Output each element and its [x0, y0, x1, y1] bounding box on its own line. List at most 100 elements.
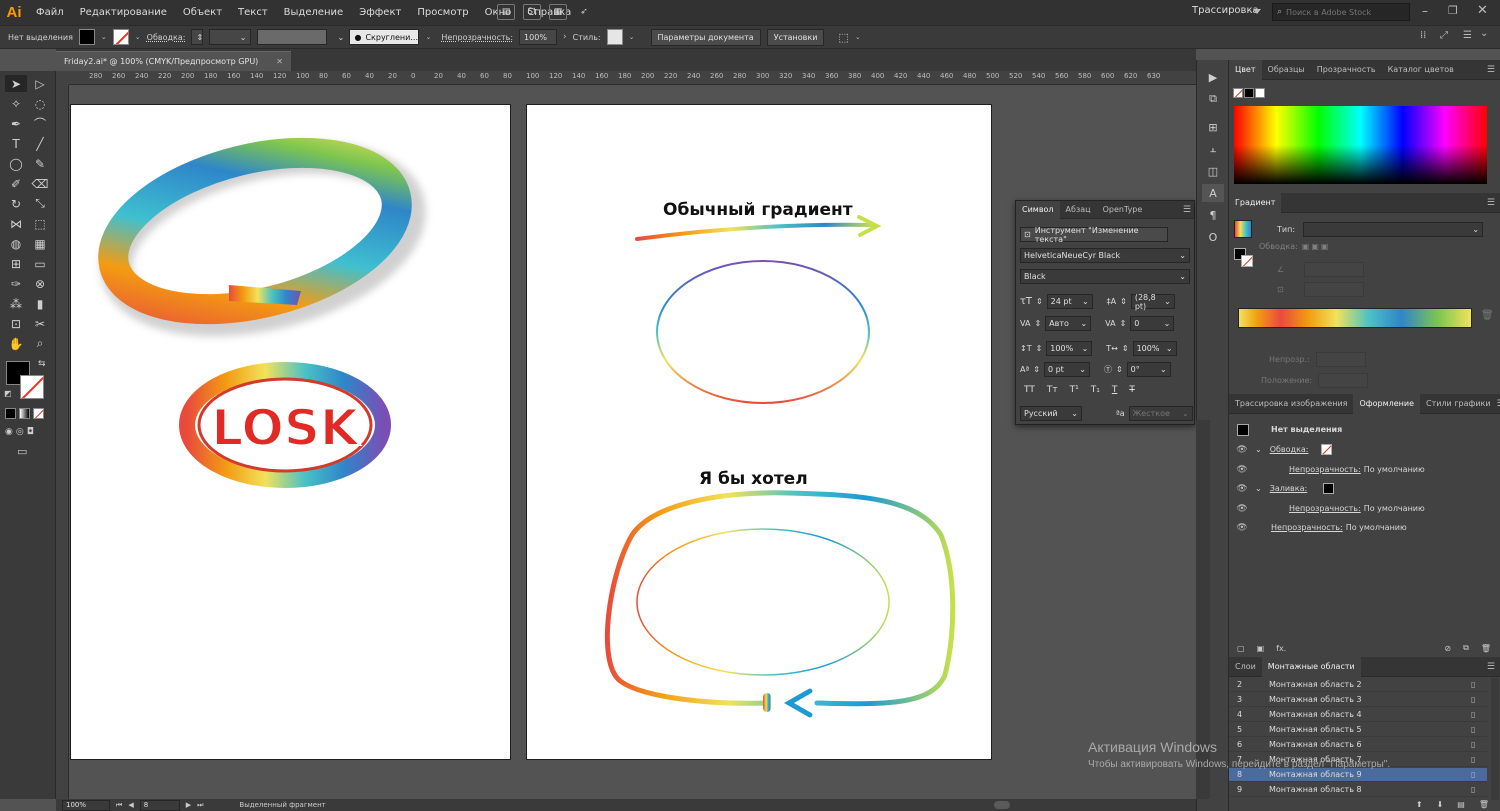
artboard-options-icon[interactable]: ▯ [1471, 785, 1487, 794]
menu-object[interactable]: Объект [175, 0, 230, 25]
artboard-options-icon[interactable]: ▯ [1471, 755, 1487, 764]
underline-icon[interactable]: T [1112, 385, 1118, 395]
stroke-none-swatch[interactable] [1320, 444, 1332, 455]
mesh-tool-icon[interactable]: ⊞ [5, 255, 27, 272]
chevron-down-icon[interactable]: ⌄ [1255, 484, 1262, 493]
all-caps-icon[interactable]: TT [1024, 385, 1035, 395]
delete-item-icon[interactable]: 🗑 [1481, 644, 1491, 653]
vertical-scale-input[interactable]: 100% ⌄ [1046, 341, 1093, 356]
panel-menu-icon[interactable]: ☰ [1487, 65, 1495, 75]
gradient-location-input[interactable] [1318, 373, 1369, 388]
hand-drawn-loop-shape[interactable] [604, 490, 956, 707]
visibility-eye-icon[interactable]: 👁 [1235, 484, 1249, 494]
leading-input[interactable]: (28,8 pt) ⌄ [1130, 293, 1175, 311]
style-swatch[interactable] [606, 29, 623, 45]
artboard-options-icon[interactable]: ▯ [1471, 770, 1487, 779]
document-tab[interactable]: Friday2.ai* @ 100% (CMYK/Предпросмотр GP… [56, 51, 291, 71]
font-family-select[interactable]: HelveticaNeueCyr Black ⌄ [1020, 248, 1190, 263]
artboard-name[interactable]: Монтажная область 5 [1259, 725, 1471, 734]
default-colors-icon[interactable]: ◩ [4, 389, 12, 398]
tab-color-guide[interactable]: Каталог цветов [1382, 60, 1460, 80]
color-mode-icon[interactable] [5, 408, 16, 419]
artboard-name[interactable]: Монтажная область 9 [1259, 770, 1471, 779]
appearance-stroke-row[interactable]: 👁 ⌄ Обводка: [1229, 442, 1500, 457]
artboard-row[interactable]: 2 Монтажная область 2 ▯ [1229, 678, 1487, 692]
workspace-switcher[interactable]: Трассировка [1192, 5, 1259, 16]
add-stroke-icon[interactable]: ▢ [1237, 644, 1245, 653]
character-rotation-input[interactable]: 0° ⌄ [1126, 362, 1171, 377]
type-tool-icon[interactable]: T [5, 135, 27, 152]
chevron-down-icon[interactable]: ⌄ [101, 33, 107, 41]
add-effect-icon[interactable]: fx. [1276, 644, 1286, 653]
free-transform-tool-icon[interactable]: ⬚ [29, 215, 51, 232]
align-panel-icon[interactable]: ⫠ [1202, 140, 1224, 158]
ruler-origin[interactable] [56, 71, 69, 85]
visibility-eye-icon[interactable]: 👁 [1235, 445, 1249, 455]
visibility-eye-icon[interactable]: 👁 [1235, 504, 1249, 514]
delete-artboard-icon[interactable]: 🗑 [1479, 800, 1489, 809]
zoom-tool-icon[interactable]: ⌕ [29, 335, 51, 352]
tracking-input[interactable]: 0 ⌄ [1130, 316, 1175, 331]
gradient-type-select[interactable]: ⌄ [1303, 222, 1484, 237]
visibility-eye-icon[interactable]: 👁 [1235, 465, 1249, 475]
chevron-down-icon[interactable] [1253, 9, 1261, 14]
pathfinder-icon[interactable]: ◫ [1202, 162, 1224, 180]
fill-opacity-label[interactable]: Непрозрачность: [1289, 504, 1361, 513]
width-tool-icon[interactable]: ⋈ [5, 215, 27, 232]
menu-view[interactable]: Просмотр [409, 0, 476, 25]
heading-regular-gradient[interactable]: Обычный градиент [663, 200, 853, 220]
font-size-input[interactable]: 24 pt ⌄ [1046, 294, 1093, 309]
appearance-stroke-label[interactable]: Обводка: [1270, 445, 1309, 454]
play-action-icon[interactable]: ▶ [1202, 68, 1224, 86]
horizontal-scale-input[interactable]: 100% ⌄ [1132, 341, 1177, 356]
stepper-icon[interactable]: ⇕ [1036, 297, 1043, 306]
baseline-shift-input[interactable]: 0 pt ⌄ [1043, 362, 1090, 377]
artboard-row[interactable]: 3 Монтажная область 3 ▯ [1229, 693, 1487, 707]
feather-icon[interactable]: ➶ [575, 4, 593, 20]
first-artboard-icon[interactable]: ⏮ [116, 801, 122, 810]
arrange-icon[interactable]: ⁞⁞ [1420, 30, 1426, 41]
bridge-icon[interactable]: ▤ [497, 4, 515, 20]
new-artboard-icon[interactable]: ▤ [1457, 800, 1465, 809]
shaper-tool-icon[interactable]: ✐ [5, 175, 27, 192]
chevron-down-icon[interactable]: ⌄ [855, 33, 861, 41]
gradient-angle-input[interactable] [1304, 262, 1365, 277]
tab-layers[interactable]: Слои [1229, 657, 1262, 677]
none-mode-icon[interactable] [33, 408, 44, 419]
artboard-list-scrollbar[interactable] [1491, 678, 1499, 800]
gradient-stroke-icon[interactable] [1241, 255, 1253, 267]
tab-graphic-styles[interactable]: Стили графики [1420, 394, 1497, 414]
opacity-input[interactable]: 100% [519, 29, 558, 45]
transform-panel-icon[interactable]: ⊞ [1202, 118, 1224, 136]
pen-tool-icon[interactable]: ✒ [5, 115, 27, 132]
blend-tool-icon[interactable]: ⊗ [29, 275, 51, 292]
tab-opentype[interactable]: OpenType [1097, 201, 1149, 219]
loop-arrow-head-shape[interactable] [783, 688, 813, 718]
minimize-icon[interactable]: – [1422, 4, 1428, 18]
subscript-icon[interactable]: T₁ [1091, 385, 1100, 395]
fill-black-swatch[interactable] [1323, 483, 1335, 494]
stock-search[interactable]: ⌕ [1272, 3, 1410, 21]
language-select[interactable]: Русский ⌄ [1020, 406, 1082, 421]
small-caps-icon[interactable]: Tт [1047, 385, 1058, 395]
transform-icon[interactable]: ⤢ [1440, 30, 1448, 41]
tab-paragraph[interactable]: Абзац [1060, 201, 1097, 219]
gradient-thumbnail[interactable] [1234, 220, 1252, 238]
horizontal-ruler[interactable]: 280 260 240 220 200 180 160 140 120 100 80 60 40 20 0 2… [69, 71, 1196, 85]
move-up-icon[interactable]: ⬆ [1416, 800, 1423, 809]
artboard-row[interactable]: 8 Монтажная область 9 ▯ [1229, 768, 1487, 782]
slice-tool-icon[interactable]: ✂ [29, 315, 51, 332]
appearance-fill-label[interactable]: Заливка: [1270, 484, 1308, 493]
losk-logo[interactable]: LOSK [179, 362, 391, 488]
add-fill-icon[interactable]: ▣ [1257, 644, 1265, 653]
chevron-down-icon[interactable]: ⌄ [425, 33, 431, 41]
menu-file[interactable]: Файл [28, 0, 72, 25]
tab-gradient[interactable]: Градиент [1229, 192, 1282, 213]
stepper-icon[interactable]: ⇕ [1120, 297, 1127, 306]
stroke-gradient-mode-icons[interactable]: ▣▣▣ [1302, 242, 1331, 251]
panel-menu-icon[interactable]: ☰ [1487, 198, 1495, 208]
appearance-fill-row[interactable]: 👁 ⌄ Заливка: [1229, 481, 1500, 496]
shape-builder-tool-icon[interactable]: ◍ [5, 235, 27, 252]
gradient-arrow-shape[interactable] [635, 222, 874, 241]
artboard-left[interactable]: LOSK [70, 104, 511, 760]
